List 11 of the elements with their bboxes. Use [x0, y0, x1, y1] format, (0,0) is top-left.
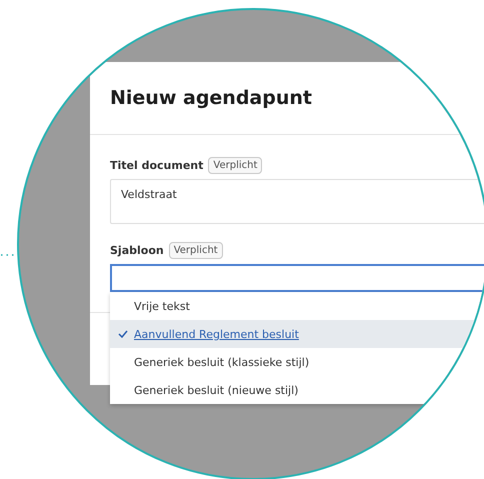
select-field[interactable]	[110, 264, 484, 292]
check-icon	[118, 330, 128, 338]
text-area[interactable]: Veldstraat	[110, 179, 484, 224]
dropdown-option[interactable]: Generiek besluit (klassieke stijl)	[110, 348, 484, 376]
dialog-title: Nieuw agendapunt	[110, 87, 312, 109]
dropdown-option[interactable]: Generiek besluit (nieuwe stijl)	[110, 376, 484, 404]
dropdown-option[interactable]: Vrije tekst	[110, 292, 484, 320]
required-badge: Verplicht	[208, 157, 262, 174]
required-badge: Verplicht	[168, 242, 223, 259]
field-label: Titel document	[110, 159, 204, 172]
field-label: Sjabloon	[110, 244, 164, 257]
